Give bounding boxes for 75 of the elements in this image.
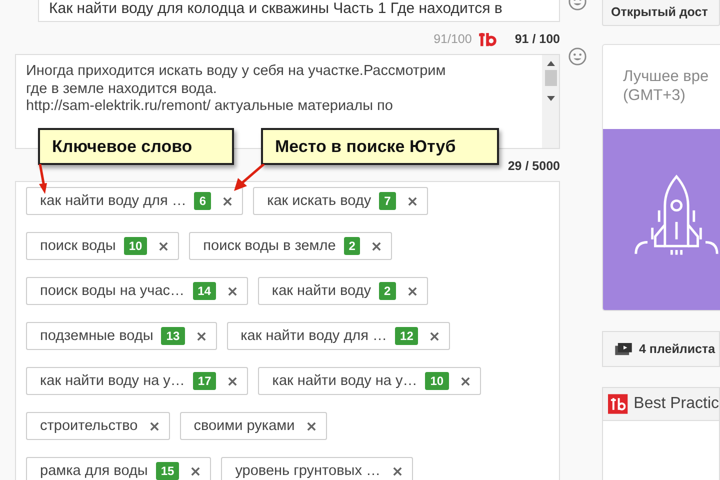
- close-icon[interactable]: [228, 376, 238, 386]
- tag-chip[interactable]: своими руками: [180, 412, 327, 440]
- tag-chip[interactable]: как искать воду 7: [253, 187, 428, 215]
- close-icon[interactable]: [228, 286, 237, 296]
- close-icon[interactable]: [408, 196, 417, 206]
- rank-badge: 2: [378, 282, 396, 300]
- playlists-label: 4 плейлиста: [639, 342, 716, 356]
- character-counter: 29 / 5000: [508, 159, 560, 173]
- tag-chip[interactable]: как найти воду для … 12: [226, 322, 450, 350]
- access-button[interactable]: Открытый дост: [602, 0, 720, 26]
- tag-text: как найти воду на у…: [40, 373, 185, 389]
- tag-chip[interactable]: как найти воду 2: [258, 277, 428, 305]
- tag-chip[interactable]: поиск воды в земле 2: [189, 232, 392, 260]
- close-icon[interactable]: [223, 196, 232, 206]
- tag-text: поиск воды на учас…: [40, 283, 185, 299]
- tag-text: как найти воду для …: [240, 328, 388, 344]
- character-counter: 91 / 100: [514, 32, 560, 46]
- tags-field[interactable]: [15, 181, 560, 480]
- rank-badge: 13: [161, 327, 185, 345]
- tag-chip[interactable]: уровень грунтовых …: [221, 457, 412, 480]
- scroll-thumb[interactable]: [544, 70, 556, 86]
- timezone-label: (GMT+3): [623, 86, 686, 105]
- close-icon[interactable]: [159, 242, 168, 250]
- scroll-up-icon[interactable]: [546, 61, 554, 66]
- logo-icon: [478, 32, 497, 46]
- tag-text: как найти воду на у…: [272, 373, 418, 389]
- tag-text: подземные воды: [40, 328, 154, 344]
- character-counter: 91/100: [434, 32, 472, 46]
- rank-badge: 2: [344, 237, 360, 255]
- tag-text: строительство: [40, 418, 138, 434]
- rank-badge: 15: [156, 462, 180, 480]
- scroll-down-icon[interactable]: [546, 96, 554, 101]
- rank-badge: 14: [192, 282, 216, 300]
- tag-text: своими руками: [194, 418, 295, 434]
- tag-chip[interactable]: поиск воды на учас… 14: [26, 277, 248, 305]
- close-icon[interactable]: [460, 376, 470, 386]
- close-icon[interactable]: [196, 332, 206, 340]
- tag-chip[interactable]: как найти воду для … 6: [26, 187, 244, 215]
- callout-label: Ключевое слово: [38, 128, 234, 165]
- rank-badge: 6: [194, 192, 212, 210]
- tag-chip[interactable]: как найти воду на у… 10: [258, 367, 481, 395]
- callout-label: Место в поиске Ютуб: [261, 128, 499, 165]
- tag-text: уровень грунтовых …: [235, 463, 380, 479]
- tag-chip[interactable]: поиск воды 10: [26, 232, 180, 260]
- tag-text: поиск воды в земле: [203, 238, 336, 254]
- playlists-bar[interactable]: 4 плейлиста: [602, 331, 720, 367]
- tag-text: поиск воды: [40, 238, 116, 254]
- tag-chip[interactable]: подземные воды 13: [26, 322, 217, 350]
- close-icon[interactable]: [191, 466, 200, 476]
- close-icon[interactable]: [150, 422, 159, 430]
- close-icon[interactable]: [392, 466, 402, 476]
- tag-text: как найти воду для …: [40, 193, 186, 209]
- tag-text: как найти воду: [272, 283, 371, 299]
- scrollbar[interactable]: [542, 55, 559, 148]
- rank-badge: 12: [395, 327, 418, 345]
- rank-badge: 7: [379, 192, 396, 210]
- close-icon[interactable]: [372, 242, 382, 250]
- playlist-icon: [615, 342, 632, 356]
- arrow: [232, 164, 266, 192]
- rank-badge: 17: [192, 372, 216, 390]
- tag-chip[interactable]: строительство: [26, 412, 170, 440]
- tag-text: рамка для воды: [40, 463, 148, 479]
- rank-badge: 10: [425, 372, 449, 390]
- logo-icon: [608, 394, 628, 414]
- rank-badge: 10: [124, 237, 148, 255]
- close-icon[interactable]: [306, 422, 316, 430]
- tag-text: как искать воду: [267, 193, 372, 209]
- card-title: Best Practic: [634, 395, 719, 413]
- title-field[interactable]: Как найти воду для колодца и скважины Часть 1 Где находится в: [38, 0, 560, 22]
- smiley-icon[interactable]: [568, 47, 587, 66]
- card-title: Лучшее вре: [623, 67, 710, 86]
- close-icon[interactable]: [430, 332, 440, 340]
- tag-chip[interactable]: рамка для воды 15: [26, 457, 212, 480]
- close-icon[interactable]: [408, 286, 417, 296]
- tag-chip[interactable]: как найти воду на у… 17: [26, 367, 248, 395]
